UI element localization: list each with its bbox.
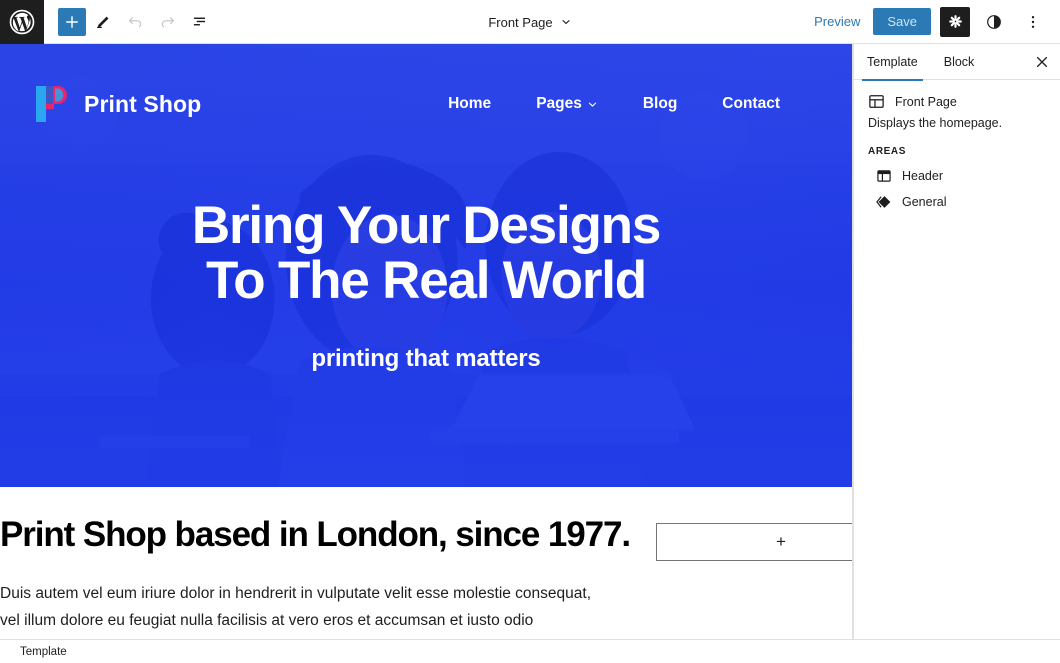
- settings-sidebar: Template Block Front Page Displays the h…: [853, 44, 1060, 639]
- site-header-block: Print Shop Home Pages Blog Contact: [0, 44, 852, 124]
- nav-label: Blog: [642, 95, 678, 112]
- list-view-button[interactable]: [184, 7, 214, 37]
- save-button[interactable]: Save: [873, 8, 931, 35]
- block-appender-button[interactable]: +: [656, 523, 852, 561]
- areas-section-label: AREAS: [868, 146, 907, 157]
- document-title-label: Front Page: [488, 14, 553, 30]
- top-bar-left-tools: [44, 7, 214, 37]
- nav-label: Contact: [722, 95, 780, 112]
- template-summary: Front Page: [868, 93, 1046, 110]
- editor-status-bar: Template: [0, 639, 1060, 663]
- nav-label: Pages: [536, 95, 582, 112]
- styles-button[interactable]: [979, 7, 1009, 37]
- editor-top-bar: Front Page Preview Save: [0, 0, 1060, 44]
- sidebar-tabs: Template Block: [854, 44, 1060, 81]
- chevron-down-icon: [560, 16, 572, 28]
- content-heading[interactable]: Print Shop based in London, since 1977.: [0, 515, 631, 555]
- site-navigation: Home Pages Blog Contact: [448, 95, 804, 113]
- content-paragraph[interactable]: Duis autem vel eum iriure dolor in hendr…: [0, 581, 600, 639]
- hero-cover-block[interactable]: Print Shop Home Pages Blog Contact Bring…: [0, 44, 852, 487]
- nav-item-blog[interactable]: Blog: [643, 95, 677, 113]
- top-bar-right-actions: Preview Save: [810, 6, 1060, 37]
- wordpress-logo-icon[interactable]: [0, 0, 44, 44]
- status-breadcrumb[interactable]: Template: [20, 646, 67, 658]
- hero-heading-line-2: To The Real World: [206, 251, 647, 311]
- nav-item-home[interactable]: Home: [448, 95, 491, 113]
- hero-heading-line-1: Bring Your Designs: [191, 196, 661, 255]
- content-columns: Print Shop based in London, since 1977. …: [0, 515, 852, 561]
- hero-content: Bring Your Designs To The Real World pri…: [0, 124, 852, 373]
- wordpress-site-editor: Front Page Preview Save Print Shop Home …: [0, 0, 1060, 663]
- preview-button[interactable]: Preview: [810, 8, 864, 35]
- undo-button[interactable]: [120, 7, 150, 37]
- site-title: Print Shop: [84, 90, 202, 117]
- template-description: Displays the homepage.: [868, 116, 1003, 130]
- nav-item-pages[interactable]: Pages: [536, 95, 598, 113]
- add-block-button[interactable]: [58, 7, 86, 36]
- header-layout-icon: [876, 168, 892, 184]
- hero-subtitle[interactable]: printing that matters: [20, 345, 832, 373]
- hero-heading[interactable]: Bring Your Designs To The Real World: [20, 198, 832, 308]
- settings-button[interactable]: [940, 6, 970, 37]
- site-branding[interactable]: Print Shop: [34, 84, 201, 124]
- document-title-button[interactable]: Front Page: [479, 10, 580, 35]
- sidebar-area-general[interactable]: General: [868, 189, 1046, 215]
- edit-tool-button[interactable]: [88, 7, 118, 37]
- nav-label: Home: [448, 95, 492, 112]
- close-sidebar-button[interactable]: [1024, 44, 1060, 80]
- layers-diamond-icon: [876, 194, 892, 210]
- template-name: Front Page: [895, 94, 957, 109]
- sidebar-area-header[interactable]: Header: [868, 163, 1046, 189]
- print-shop-p-logo-icon: [34, 84, 68, 124]
- redo-button[interactable]: [152, 7, 182, 37]
- chevron-down-icon: [587, 99, 598, 110]
- editor-canvas[interactable]: Print Shop Home Pages Blog Contact Bring…: [0, 44, 853, 639]
- content-section: Print Shop based in London, since 1977. …: [0, 487, 852, 639]
- sidebar-content: Front Page Displays the homepage. AREAS …: [854, 80, 1060, 215]
- tab-template[interactable]: Template: [854, 44, 931, 81]
- editor-body: Print Shop Home Pages Blog Contact Bring…: [0, 44, 1060, 639]
- sidebar-area-label: General: [902, 195, 947, 209]
- template-layout-icon: [868, 93, 885, 110]
- more-options-button[interactable]: [1018, 7, 1048, 37]
- tab-block[interactable]: Block: [931, 44, 988, 80]
- nav-item-contact[interactable]: Contact: [722, 95, 780, 113]
- sidebar-area-label: Header: [902, 169, 943, 183]
